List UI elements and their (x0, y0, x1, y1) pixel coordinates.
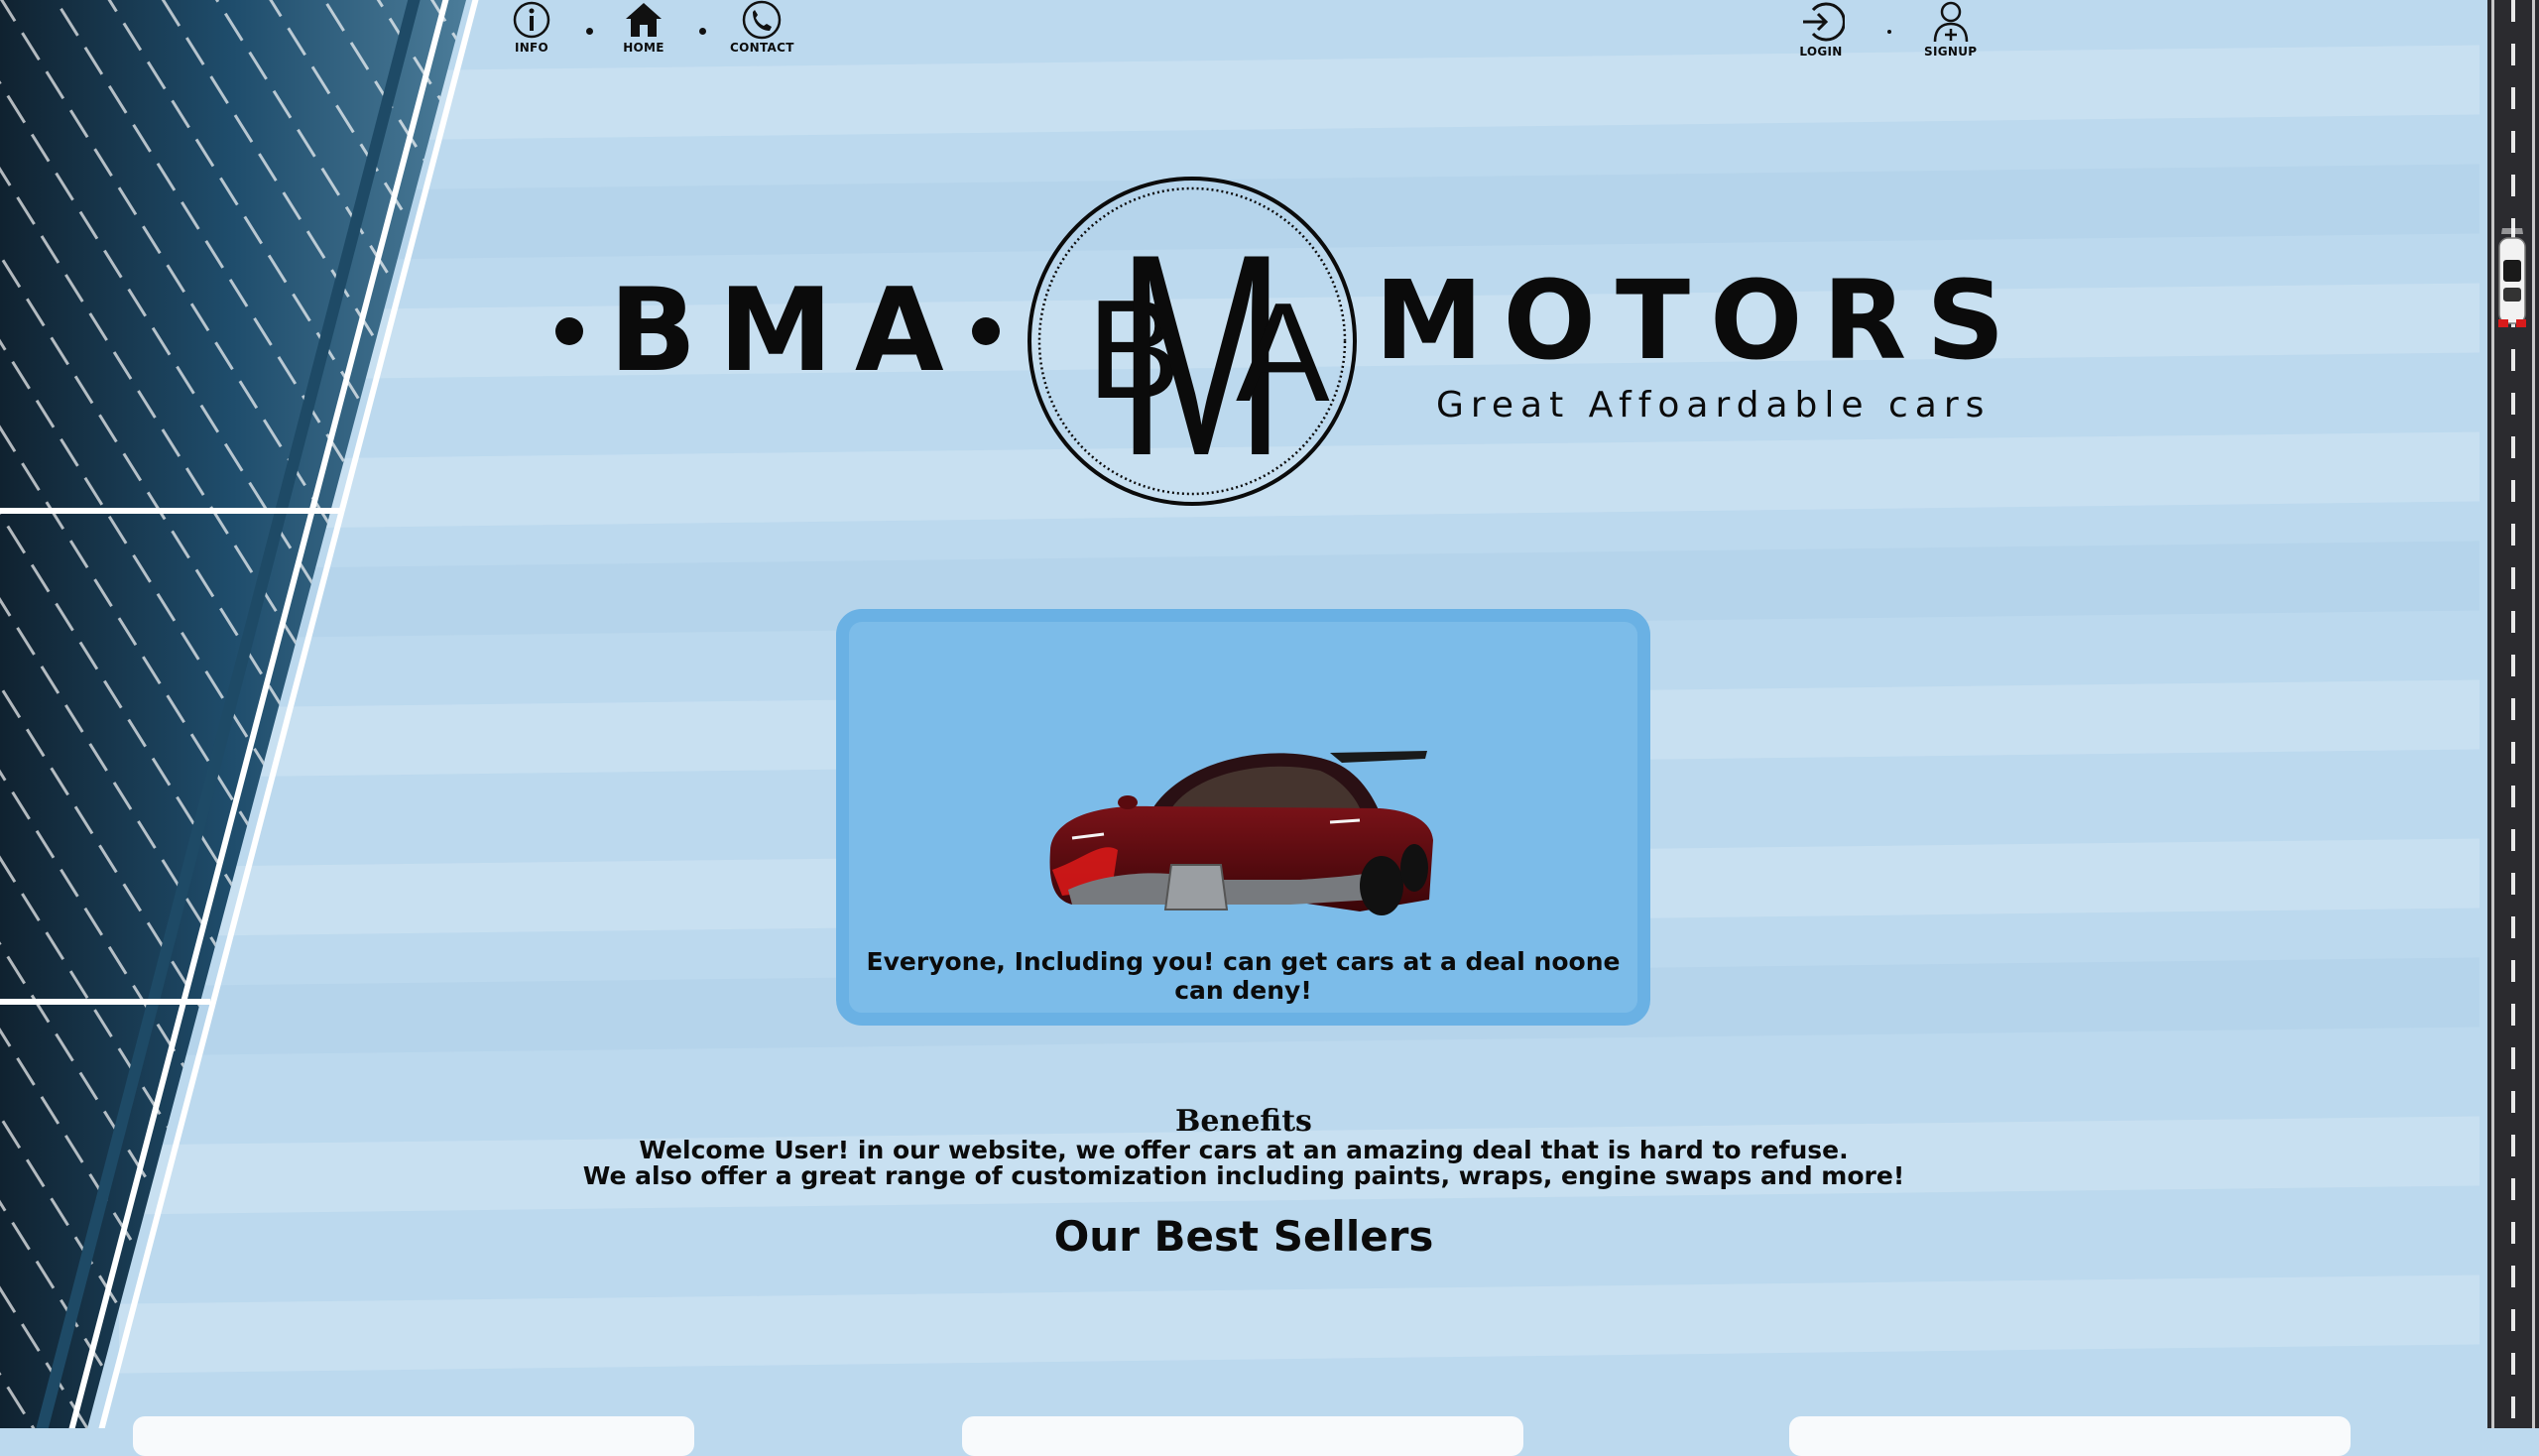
road-edge-line (2491, 0, 2494, 1428)
home-nav-button[interactable]: HOME (622, 0, 665, 55)
brand-right-wordmark: MOTORS Great Affoardable cars (1375, 266, 2024, 425)
login-nav-button[interactable]: LOGIN (1797, 0, 1845, 59)
home-nav-label: HOME (623, 41, 665, 55)
best-sellers-heading: Our Best Sellers (1053, 1212, 1434, 1261)
hero-card: Everyone, Including you! can get cars at… (836, 609, 1650, 1026)
nav-separator-dot (1887, 30, 1891, 34)
brand-tagline: Great Affoardable cars (1436, 385, 1992, 425)
product-card[interactable] (133, 1416, 694, 1456)
login-icon (1803, 2, 1845, 42)
emblem-letter-a: A (1236, 274, 1330, 431)
info-nav-button[interactable]: INFO (510, 0, 553, 55)
bma-emblem-logo[interactable]: B M A (1026, 175, 1359, 508)
road-car-icon (2498, 228, 2526, 327)
home-icon (626, 3, 662, 37)
benefits-title: Benefits (1175, 1104, 1312, 1139)
brand-dot (971, 317, 1000, 345)
benefits-section: Benefits Welcome User! in our website, w… (0, 1105, 2487, 1188)
road-strip (2487, 0, 2539, 1428)
login-nav-label: LOGIN (1799, 45, 1843, 59)
benefits-line-2: We also offer a great range of customiza… (582, 1160, 1905, 1190)
road-edge-line (2532, 0, 2535, 1428)
brand-motors-word: MOTORS (1375, 257, 2025, 384)
info-nav-label: INFO (514, 41, 549, 55)
info-icon (513, 1, 550, 39)
product-card[interactable] (1789, 1416, 2351, 1456)
sports-car-image (1049, 751, 1433, 915)
hero-caption: Everyone, Including you! can get cars at… (866, 947, 1621, 1005)
add-user-icon (1933, 1, 1968, 43)
brand-left-word: BMA (609, 264, 966, 398)
contact-nav-label: CONTACT (730, 41, 794, 55)
brand-left-wordmark: BMA (555, 274, 1000, 389)
phone-icon (743, 0, 782, 40)
contact-nav-button[interactable]: CONTACT (730, 0, 794, 55)
signup-nav-label: SIGNUP (1924, 45, 1978, 59)
signup-nav-button[interactable]: SIGNUP (1924, 0, 1977, 59)
product-card[interactable] (962, 1416, 1523, 1456)
road-lane-line (2511, 0, 2515, 1428)
benefits-line-1: Welcome User! in our website, we offer c… (639, 1136, 1849, 1164)
brand-dot (555, 317, 583, 345)
nav-separator-dot (699, 28, 706, 35)
nav-separator-dot (586, 28, 593, 35)
